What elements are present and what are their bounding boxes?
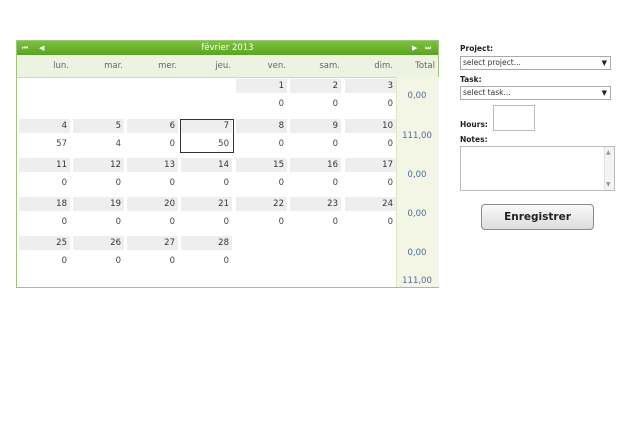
- day-cell-hours[interactable]: 0: [73, 254, 124, 268]
- day-cell-date[interactable]: 28: [181, 236, 232, 250]
- day-cell-date[interactable]: 15: [236, 158, 287, 172]
- day-cell-hours[interactable]: 57: [19, 137, 70, 151]
- day-cell-date[interactable]: 12: [73, 158, 124, 172]
- day-cell-date[interactable]: 16: [290, 158, 341, 172]
- day-cell-hours[interactable]: 0: [127, 215, 178, 229]
- day-cell-date[interactable]: 17: [345, 158, 396, 172]
- day-cell-date[interactable]: 4: [19, 119, 70, 133]
- day-cell-date[interactable]: 2: [290, 79, 341, 93]
- selected-day-outline: [180, 119, 234, 153]
- day-cell-date[interactable]: 11: [19, 158, 70, 172]
- day-cell-hours[interactable]: 0: [19, 254, 70, 268]
- grand-total: 111,00: [402, 276, 432, 286]
- day-cell-hours[interactable]: 0: [127, 137, 178, 151]
- day-cell-hours[interactable]: 0: [181, 215, 232, 229]
- project-select[interactable]: select project... ▼: [460, 56, 611, 70]
- task-select-value: select task...: [463, 88, 511, 97]
- day-cell-date[interactable]: 24: [345, 197, 396, 211]
- day-cell-hours[interactable]: 0: [236, 97, 287, 111]
- day-cell-date[interactable]: 1: [236, 79, 287, 93]
- dayname-mon: lun.: [53, 61, 69, 71]
- save-button[interactable]: Enregistrer: [481, 204, 594, 230]
- week-total: 0,00: [407, 209, 427, 219]
- dayname-thu: jeu.: [215, 61, 231, 71]
- last-month-icon[interactable]: ⏭: [425, 41, 431, 55]
- day-cell-date[interactable]: 3: [345, 79, 396, 93]
- notes-textarea[interactable]: ▲ ▼: [460, 146, 615, 191]
- day-cell-hours[interactable]: 0: [345, 215, 396, 229]
- dayname-wed: mer.: [158, 61, 177, 71]
- day-cell-hours[interactable]: 0: [290, 137, 341, 151]
- day-cell-date[interactable]: 13: [127, 158, 178, 172]
- calendar-title: février 2013: [201, 43, 254, 53]
- day-cell-hours[interactable]: 0: [345, 137, 396, 151]
- week-total: 111,00: [402, 131, 432, 141]
- scroll-up-icon[interactable]: ▲: [606, 149, 611, 156]
- day-cell-hours[interactable]: 0: [127, 176, 178, 190]
- week-total: 0,00: [407, 248, 427, 258]
- day-cell-date[interactable]: 5: [73, 119, 124, 133]
- day-cell-date[interactable]: 20: [127, 197, 178, 211]
- day-cell-date[interactable]: 14: [181, 158, 232, 172]
- day-cell-hours[interactable]: 0: [290, 97, 341, 111]
- day-cell-date[interactable]: 18: [19, 197, 70, 211]
- day-cell-date[interactable]: 22: [236, 197, 287, 211]
- day-cell-date[interactable]: 8: [236, 119, 287, 133]
- day-cell-hours[interactable]: 0: [181, 176, 232, 190]
- day-cell-date[interactable]: 10: [345, 119, 396, 133]
- day-cell-hours[interactable]: 0: [19, 176, 70, 190]
- week-total: 0,00: [407, 91, 427, 101]
- dayname-fri: ven.: [267, 61, 286, 71]
- task-label: Task:: [460, 75, 482, 84]
- day-cell-hours[interactable]: 0: [345, 176, 396, 190]
- task-select[interactable]: select task... ▼: [460, 86, 611, 100]
- notes-label: Notes:: [460, 135, 488, 144]
- scroll-down-icon[interactable]: ▼: [606, 181, 611, 188]
- day-cell-hours[interactable]: 0: [181, 254, 232, 268]
- day-cell-hours[interactable]: 0: [290, 176, 341, 190]
- project-label: Project:: [460, 44, 494, 53]
- dayname-sat: sam.: [319, 61, 340, 71]
- total-header: Total: [415, 61, 435, 71]
- day-cell-hours[interactable]: 0: [345, 97, 396, 111]
- calendar-header: ⏮ ◀ février 2013 ▶ ⏭: [17, 41, 438, 55]
- dropdown-arrow-icon: ▼: [601, 89, 607, 97]
- day-cell-hours[interactable]: 0: [236, 215, 287, 229]
- day-cell-hours[interactable]: 4: [73, 137, 124, 151]
- next-month-icon[interactable]: ▶: [412, 41, 417, 55]
- notes-scrollbar[interactable]: ▲ ▼: [604, 147, 614, 190]
- project-select-value: select project...: [463, 58, 521, 67]
- dayname-tue: mar.: [104, 61, 123, 71]
- day-cell-hours[interactable]: 0: [236, 137, 287, 151]
- day-cell-hours[interactable]: 0: [73, 176, 124, 190]
- day-cell-date[interactable]: 25: [19, 236, 70, 250]
- week-total: 0,00: [407, 170, 427, 180]
- dayname-sun: dim.: [374, 61, 393, 71]
- day-cell-date[interactable]: 23: [290, 197, 341, 211]
- timesheet-calendar: ⏮ ◀ février 2013 ▶ ⏭ lun. mar. mer. jeu.…: [16, 40, 439, 288]
- hours-input[interactable]: [493, 105, 535, 131]
- day-cell-date[interactable]: 9: [290, 119, 341, 133]
- day-cell-date[interactable]: 27: [127, 236, 178, 250]
- hours-label: Hours:: [460, 120, 488, 129]
- day-cell-hours[interactable]: 0: [19, 215, 70, 229]
- day-cell-date[interactable]: 6: [127, 119, 178, 133]
- day-names-row: lun. mar. mer. jeu. ven. sam. dim. Total: [17, 55, 438, 78]
- day-cell-hours[interactable]: 0: [127, 254, 178, 268]
- day-cell-hours[interactable]: 0: [73, 215, 124, 229]
- day-cell-date[interactable]: 26: [73, 236, 124, 250]
- day-cell-date[interactable]: 19: [73, 197, 124, 211]
- day-cell-date[interactable]: 21: [181, 197, 232, 211]
- day-cell-hours[interactable]: 0: [236, 176, 287, 190]
- day-cell-hours[interactable]: 0: [290, 215, 341, 229]
- dropdown-arrow-icon: ▼: [601, 59, 607, 67]
